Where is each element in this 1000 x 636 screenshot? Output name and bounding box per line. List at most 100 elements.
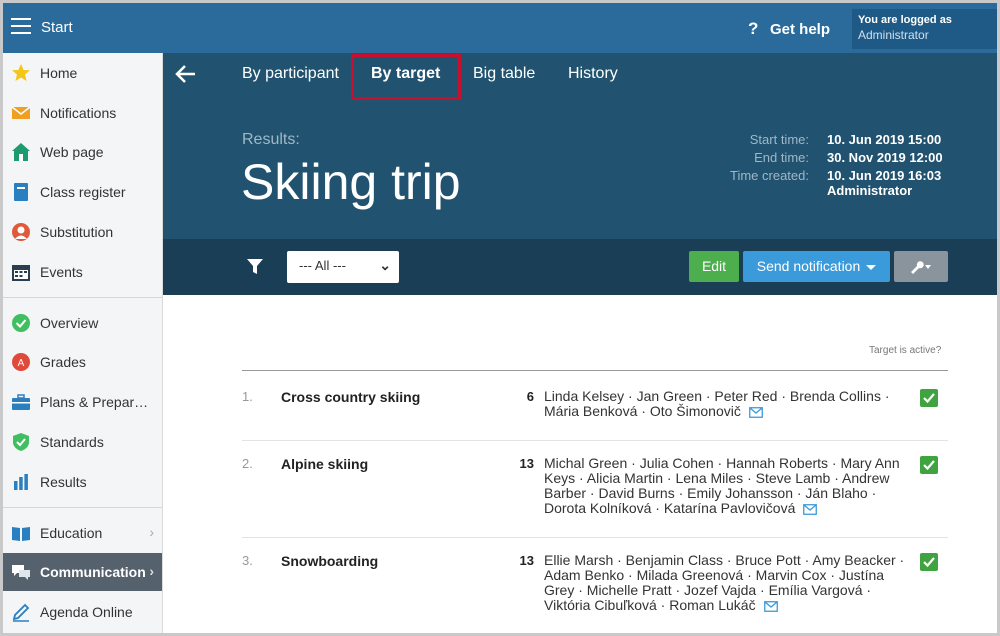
- sidebar-item-substitution[interactable]: Substitution: [3, 213, 162, 251]
- start-time-label: Start time:: [749, 132, 809, 147]
- briefcase-icon: [12, 394, 30, 410]
- mail-icon[interactable]: [748, 407, 763, 418]
- sidebar-item-label: Communication: [40, 564, 146, 580]
- target-active-checkbox[interactable]: [920, 389, 938, 407]
- chevron-right-icon: ›: [149, 563, 154, 579]
- sidebar-item-grades[interactable]: A Grades: [3, 343, 162, 381]
- row-divider: [242, 440, 948, 441]
- sidebar-item-home[interactable]: Home: [3, 54, 162, 92]
- row-number: 2.: [242, 456, 253, 471]
- sidebar-item-label: Plans & Prepar…: [40, 394, 149, 410]
- sidebar-item-class-register[interactable]: Class register: [3, 173, 162, 211]
- user-account-box[interactable]: You are logged as Administrator: [852, 9, 997, 49]
- sidebar-item-plans[interactable]: Plans & Prepar…: [3, 383, 162, 421]
- target-active-checkbox[interactable]: [920, 553, 938, 571]
- target-name: Snowboarding: [281, 553, 379, 569]
- row-number: 3.: [242, 553, 253, 568]
- participant-count: 6: [526, 389, 534, 404]
- app-window: Start ? Get help You are logged as Admini…: [0, 0, 1000, 636]
- end-time-value: 30. Nov 2019 12:00: [827, 150, 943, 165]
- open-book-icon: [12, 527, 30, 541]
- filter-icon[interactable]: [247, 259, 263, 275]
- sidebar-item-agenda-online[interactable]: Agenda Online: [3, 593, 162, 631]
- participant-count: 13: [519, 456, 534, 471]
- participant-names: Ellie Marsh · Benjamin Class · Bruce Pot…: [544, 552, 905, 613]
- caret-down-icon: [866, 264, 877, 270]
- sidebar-item-label: Results: [40, 474, 87, 490]
- tab-big-table[interactable]: Big table: [473, 65, 535, 83]
- sidebar-item-results[interactable]: Results: [3, 463, 162, 501]
- target-active-checkbox[interactable]: [920, 456, 938, 474]
- sidebar-item-notifications[interactable]: Notifications: [3, 94, 162, 132]
- results-header: By participant By target Big table Histo…: [163, 53, 997, 239]
- participant-count: 13: [519, 553, 534, 568]
- filter-select[interactable]: --- All --- ⌄: [287, 251, 399, 283]
- sidebar-divider: [3, 297, 162, 298]
- pen-icon: [12, 603, 30, 622]
- sidebar-item-education[interactable]: Education ›: [3, 514, 162, 552]
- send-notification-label: Send notification: [756, 258, 861, 274]
- tools-button[interactable]: [894, 251, 948, 282]
- menu-icon[interactable]: [11, 18, 31, 34]
- get-help-label: Get help: [770, 21, 831, 38]
- meta-values: 10. Jun 2019 15:00 30. Nov 2019 12:00 10…: [827, 131, 943, 200]
- back-arrow-icon[interactable]: [175, 63, 197, 92]
- participant-names: Michal Green · Julia Cohen · Hannah Robe…: [544, 455, 900, 516]
- tab-by-participant[interactable]: By participant: [242, 65, 339, 83]
- target-name: Cross country skiing: [281, 389, 421, 405]
- participant-list: Ellie Marsh · Benjamin Class · Bruce Pot…: [544, 553, 914, 613]
- sidebar-item-events[interactable]: Events: [3, 253, 162, 291]
- chevron-right-icon: ›: [149, 524, 154, 540]
- sidebar-item-communication[interactable]: Communication ›: [3, 553, 162, 591]
- sidebar-item-label: Home: [40, 65, 78, 81]
- sidebar-item-label: Notifications: [40, 105, 117, 121]
- tab-history[interactable]: History: [568, 65, 618, 83]
- chat-icon: [12, 565, 30, 580]
- get-help-link[interactable]: ? Get help: [748, 19, 830, 39]
- check-circle-icon: [12, 314, 30, 332]
- send-notification-button[interactable]: Send notification: [743, 251, 890, 282]
- envelope-icon: [11, 106, 31, 119]
- grades-icon: A: [12, 353, 30, 371]
- top-bar: Start ? Get help You are logged as Admini…: [3, 3, 997, 53]
- row-divider: [242, 537, 948, 538]
- sidebar-item-standards[interactable]: Standards: [3, 423, 162, 461]
- participant-list: Linda Kelsey · Jan Green · Peter Red · B…: [544, 389, 914, 419]
- person-icon: [12, 223, 30, 241]
- chevron-down-icon: ⌄: [379, 257, 391, 273]
- targets-list: Target is active? 1. Cross country skiin…: [163, 295, 997, 633]
- svg-text:A: A: [18, 358, 25, 369]
- row-number: 1.: [242, 389, 253, 404]
- shield-check-icon: [13, 433, 29, 451]
- sidebar-item-web-page[interactable]: Web page: [3, 133, 162, 171]
- sidebar-item-overview[interactable]: Overview: [3, 304, 162, 342]
- sidebar-item-label: Grades: [40, 354, 86, 370]
- sidebar-item-label: Education: [40, 525, 103, 541]
- meta-keys: Start time: End time: Time created:: [723, 131, 809, 185]
- question-icon: ?: [748, 19, 759, 38]
- mail-icon[interactable]: [763, 601, 778, 612]
- sidebar-item-label: Substitution: [40, 224, 114, 240]
- star-icon: [12, 64, 30, 81]
- sidebar: Home Notifications Web page Class regist…: [3, 53, 163, 633]
- end-time-label: End time:: [754, 150, 809, 165]
- sidebar-item-label: Class register: [40, 184, 126, 200]
- login-status-label: You are logged as: [858, 14, 952, 26]
- toolbar: --- All --- ⌄ Edit Send notification: [163, 239, 997, 295]
- start-label[interactable]: Start: [41, 19, 73, 36]
- wrench-icon: [911, 261, 931, 275]
- filter-select-value: --- All ---: [299, 258, 346, 273]
- sidebar-item-label: Agenda Online: [40, 604, 133, 620]
- page-title: Skiing trip: [241, 154, 461, 210]
- participant-names: Linda Kelsey · Jan Green · Peter Red · B…: [544, 388, 890, 419]
- username-label: Administrator: [858, 28, 929, 42]
- edit-button[interactable]: Edit: [689, 251, 739, 282]
- list-top-rule: [242, 370, 948, 371]
- tab-by-target[interactable]: By target: [371, 65, 440, 83]
- target-active-header: Target is active?: [869, 345, 942, 356]
- calendar-icon: [12, 265, 30, 281]
- start-time-value: 10. Jun 2019 15:00: [827, 132, 942, 147]
- book-icon: [14, 183, 28, 201]
- bar-chart-icon: [14, 474, 28, 490]
- mail-icon[interactable]: [803, 504, 818, 515]
